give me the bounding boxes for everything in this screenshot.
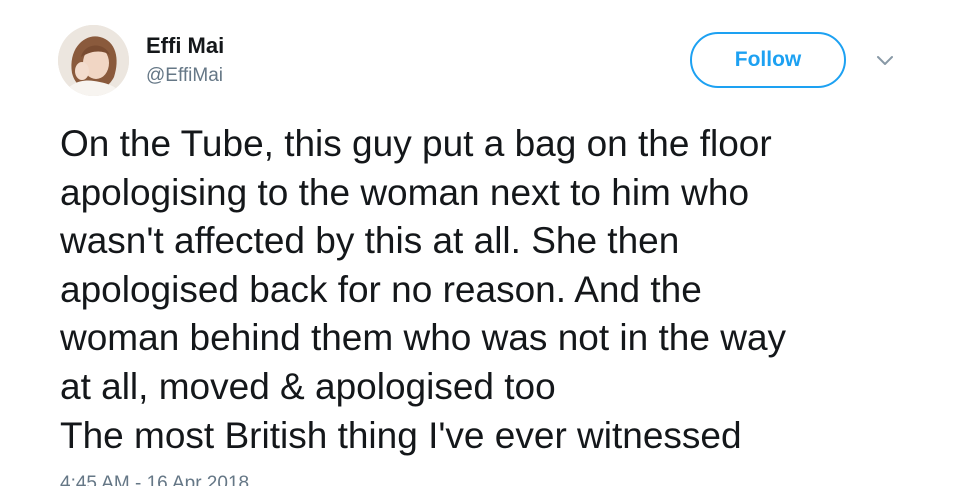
tweet-text-line: On the Tube, this guy put a bag on the f… — [60, 123, 772, 164]
tweet-text: On the Tube, this guy put a bag on the f… — [60, 120, 940, 460]
follow-button[interactable]: Follow — [690, 32, 846, 88]
tweet-text-line: The most British thing I've ever witness… — [60, 414, 742, 456]
profile-photo-icon — [58, 25, 129, 96]
user-name[interactable]: Effi Mai — [146, 33, 224, 59]
tweet-card: Effi Mai @EffiMai Follow On the Tube, th… — [0, 0, 954, 486]
chevron-down-icon — [877, 56, 893, 65]
tweet-timestamp[interactable]: 4:45 AM - 16 Apr 2018 — [60, 472, 249, 486]
tweet-text-line: at all, moved & apologised too — [60, 365, 556, 407]
more-options-button[interactable] — [872, 50, 898, 72]
user-handle[interactable]: @EffiMai — [146, 64, 223, 88]
tweet-text-line: apologising to the woman next to him who — [60, 171, 750, 213]
tweet-text-line: apologised back for no reason. And the — [60, 268, 702, 310]
tweet-text-line: wasn't affected by this at all. She then — [60, 220, 680, 262]
tweet-text-line: woman behind them who was not in the way — [60, 317, 787, 359]
avatar[interactable] — [58, 25, 129, 96]
